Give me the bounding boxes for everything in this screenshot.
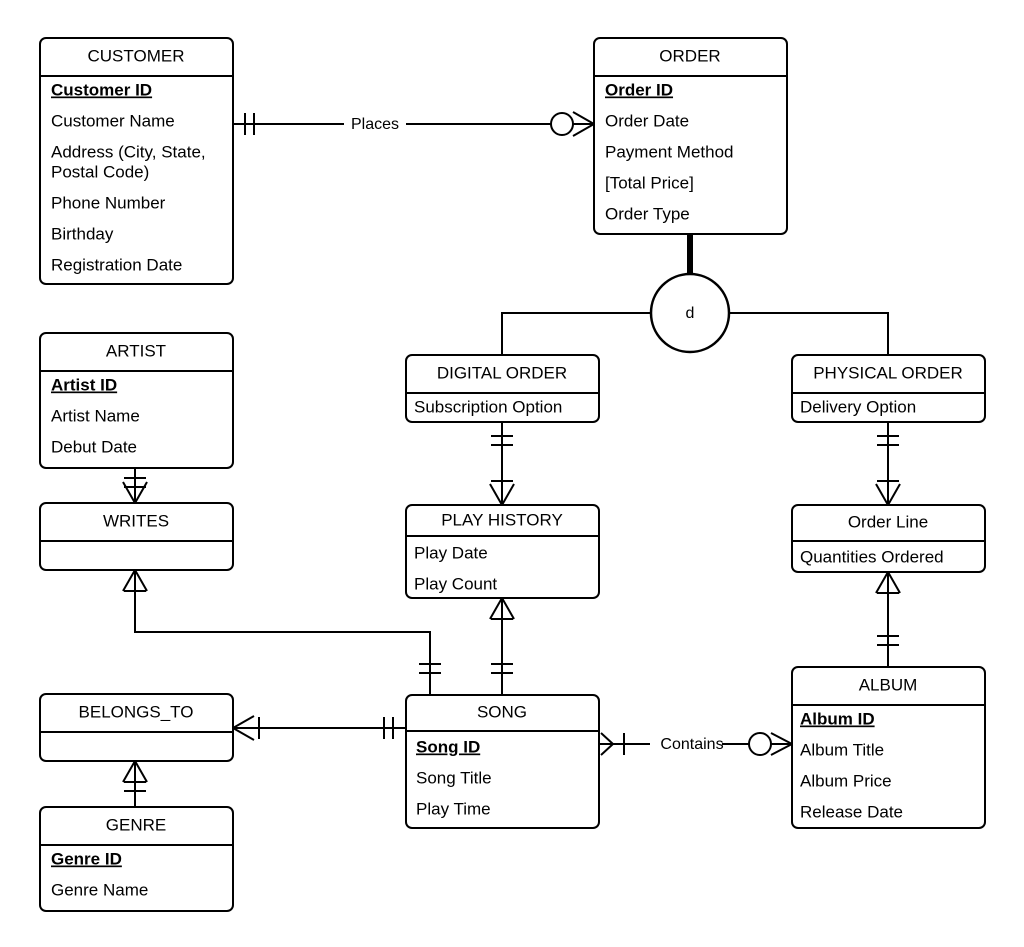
attribute-artist-id: Artist ID bbox=[51, 375, 117, 394]
entity-title-physical-order: PHYSICAL ORDER bbox=[813, 363, 963, 382]
attribute-play-time: Play Time bbox=[416, 799, 491, 818]
attribute-order-id: Order ID bbox=[605, 80, 673, 99]
relationship-physical-order-order-line[interactable] bbox=[875, 422, 901, 506]
relationship-artist-writes[interactable] bbox=[122, 468, 148, 504]
attribute-customer-name: Customer Name bbox=[51, 111, 175, 130]
attribute-play-date: Play Date bbox=[414, 543, 488, 562]
entity-title-customer: CUSTOMER bbox=[88, 46, 185, 65]
relationship-belongs-to-song[interactable] bbox=[232, 715, 406, 741]
relationship-order-line-album[interactable] bbox=[875, 571, 901, 667]
entity-title-digital-order: DIGITAL ORDER bbox=[437, 363, 567, 382]
entity-writes[interactable]: WRITES bbox=[39, 502, 234, 571]
relationship-label-contains: Contains bbox=[660, 736, 723, 753]
entity-album[interactable]: ALBUM Album ID Album Title Album Price R… bbox=[791, 666, 986, 829]
attribute-customer-phone: Phone Number bbox=[51, 193, 166, 212]
attribute-delivery-option: Delivery Option bbox=[800, 397, 916, 416]
relationship-contains[interactable]: Contains bbox=[599, 732, 793, 756]
entity-title-order-line: Order Line bbox=[848, 512, 928, 531]
entity-title-genre: GENRE bbox=[106, 815, 166, 834]
entity-order[interactable]: ORDER Order ID Order Date Payment Method… bbox=[593, 37, 788, 235]
entity-order-line[interactable]: Order Line Quantities Ordered bbox=[791, 504, 986, 573]
relationship-belongs-to-genre[interactable] bbox=[122, 760, 148, 807]
entity-artist[interactable]: ARTIST Artist ID Artist Name Debut Date bbox=[39, 332, 234, 469]
subtype-discriminator-label: d bbox=[686, 305, 695, 322]
attribute-order-date: Order Date bbox=[605, 111, 689, 130]
attribute-genre-id: Genre ID bbox=[51, 849, 122, 868]
attribute-customer-id: Customer ID bbox=[51, 80, 152, 99]
entity-title-album: ALBUM bbox=[859, 675, 918, 694]
attribute-quantities-ordered: Quantities Ordered bbox=[800, 547, 944, 566]
attribute-play-count: Play Count bbox=[414, 574, 497, 593]
attribute-total-price: [Total Price] bbox=[605, 173, 694, 192]
er-diagram-canvas: Places Contains CUSTOMER Customer ID Cus… bbox=[0, 0, 1024, 947]
relationship-label-places: Places bbox=[351, 116, 399, 133]
attribute-order-type: Order Type bbox=[605, 204, 690, 223]
entity-title-play-history: PLAY HISTORY bbox=[441, 510, 563, 529]
attribute-debut-date: Debut Date bbox=[51, 437, 137, 456]
attribute-album-title: Album Title bbox=[800, 740, 884, 759]
subtype-discriminator[interactable]: d bbox=[649, 272, 731, 354]
entity-title-song: SONG bbox=[477, 702, 527, 721]
attribute-customer-reg-date: Registration Date bbox=[51, 255, 182, 274]
entity-title-artist: ARTIST bbox=[106, 341, 166, 360]
relationship-places[interactable]: Places bbox=[233, 111, 595, 137]
relationship-play-history-song[interactable] bbox=[489, 597, 515, 695]
attribute-customer-address-2: Postal Code) bbox=[51, 162, 149, 181]
entity-title-belongs-to: BELONGS_TO bbox=[79, 702, 194, 721]
attribute-album-price: Album Price bbox=[800, 771, 892, 790]
attribute-genre-name: Genre Name bbox=[51, 880, 148, 899]
attribute-song-title: Song Title bbox=[416, 768, 492, 787]
attribute-payment-method: Payment Method bbox=[605, 142, 734, 161]
attribute-artist-name: Artist Name bbox=[51, 406, 140, 425]
entity-digital-order[interactable]: DIGITAL ORDER Subscription Option bbox=[405, 354, 600, 423]
entity-title-order: ORDER bbox=[659, 46, 720, 65]
attribute-release-date: Release Date bbox=[800, 802, 903, 821]
entity-play-history[interactable]: PLAY HISTORY Play Date Play Count bbox=[405, 504, 600, 599]
relationship-digital-order-play-history[interactable] bbox=[489, 422, 515, 506]
attribute-subscription-option: Subscription Option bbox=[414, 397, 562, 416]
er-diagram-svg: Places Contains CUSTOMER Customer ID Cus… bbox=[39, 37, 986, 912]
entity-belongs-to[interactable]: BELONGS_TO bbox=[39, 693, 234, 762]
entity-customer[interactable]: CUSTOMER Customer ID Customer Name Addre… bbox=[39, 37, 234, 285]
attribute-song-id: Song ID bbox=[416, 737, 480, 756]
entity-song[interactable]: SONG Song ID Song Title Play Time bbox=[405, 694, 600, 829]
attribute-customer-address-1: Address (City, State, bbox=[51, 142, 206, 161]
entity-physical-order[interactable]: PHYSICAL ORDER Delivery Option bbox=[791, 354, 986, 423]
relationship-writes-song[interactable] bbox=[122, 569, 441, 695]
attribute-customer-birthday: Birthday bbox=[51, 224, 114, 243]
attribute-album-id: Album ID bbox=[800, 709, 875, 728]
entity-genre[interactable]: GENRE Genre ID Genre Name bbox=[39, 806, 234, 912]
entity-title-writes: WRITES bbox=[103, 511, 169, 530]
